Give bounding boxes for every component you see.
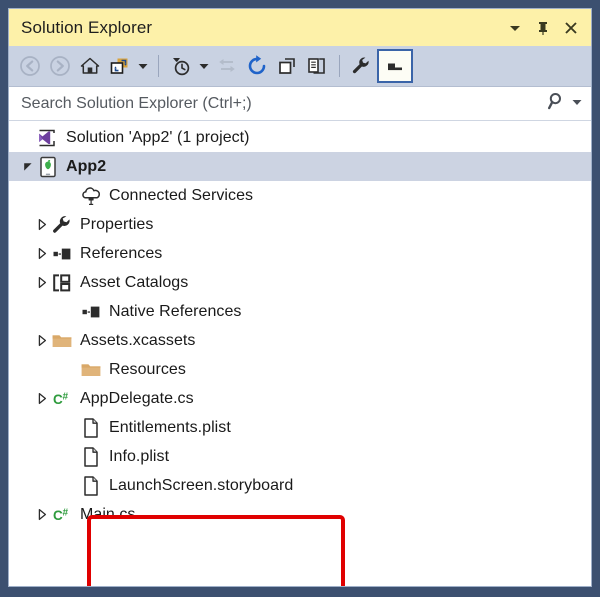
tree-item-main-cs[interactable]: C # Main.cs [9, 500, 591, 529]
svg-text:C: C [53, 508, 63, 523]
tree-item-label: Solution 'App2' (1 project) [66, 128, 250, 146]
svg-text:#: # [63, 507, 69, 518]
svg-text:C: C [53, 392, 63, 407]
title-bar: Solution Explorer [9, 9, 591, 46]
tree-item-app2[interactable]: App2 [9, 152, 591, 181]
wrench-icon [51, 214, 73, 236]
navigate-forward-button[interactable] [45, 51, 75, 81]
twisty-placeholder [62, 413, 80, 442]
navigate-backward-button[interactable] [15, 51, 45, 81]
connected-services-icon [80, 185, 102, 207]
tree-item-label: App2 [66, 157, 107, 175]
document-file-icon [80, 446, 102, 468]
solution-explorer-pane: Solution Explorer Search Solution Explor… [8, 8, 592, 587]
properties-button[interactable] [347, 51, 377, 81]
chevron-right-icon[interactable] [33, 500, 51, 529]
home-button[interactable] [75, 51, 105, 81]
tree-item-label: Native References [109, 302, 242, 320]
folder-icon [51, 330, 73, 352]
tree-item-connected-services[interactable]: Connected Services [9, 181, 591, 210]
pin-icon[interactable] [529, 14, 557, 42]
switch-views-button[interactable] [105, 51, 135, 81]
tree-item-properties[interactable]: Properties [9, 210, 591, 239]
references-icon [80, 301, 102, 323]
tree-item-label: AppDelegate.cs [80, 389, 194, 407]
twisty-placeholder [62, 181, 80, 210]
magnifier-icon[interactable] [547, 91, 567, 116]
tree-item-label: LaunchScreen.storyboard [109, 476, 294, 494]
preview-selected-items-button[interactable] [377, 49, 413, 83]
visual-studio-solution-icon [37, 127, 59, 149]
search-input[interactable] [21, 94, 547, 113]
chevron-right-icon[interactable] [33, 384, 51, 413]
tree-item-label: Resources [109, 360, 186, 378]
tree-item-assets-xcassets[interactable]: Assets.xcassets [9, 326, 591, 355]
tree-item-solution[interactable]: Solution 'App2' (1 project) [9, 123, 591, 152]
search-dropdown-chevron-icon[interactable] [571, 95, 583, 113]
sync-with-active-document-button[interactable] [212, 51, 242, 81]
page-title: Solution Explorer [21, 17, 153, 37]
solution-tree[interactable]: Solution 'App2' (1 project) App2 Connect… [9, 121, 591, 586]
window-menu-chevron-icon[interactable] [501, 14, 529, 42]
chevron-right-icon[interactable] [33, 239, 51, 268]
toolbar-separator [158, 55, 159, 77]
tree-item-asset-catalogs[interactable]: Asset Catalogs [9, 268, 591, 297]
chevron-right-icon[interactable] [33, 210, 51, 239]
switch-views-dropdown-chevron-icon[interactable] [135, 51, 151, 81]
tree-item-resources[interactable]: Resources [9, 355, 591, 384]
chevron-down-icon[interactable] [19, 152, 37, 181]
close-icon[interactable] [557, 14, 585, 42]
search-bar [9, 87, 591, 121]
folder-icon [80, 359, 102, 381]
tree-item-label: Entitlements.plist [109, 418, 231, 436]
twisty-placeholder [62, 355, 80, 384]
svg-text:#: # [63, 391, 69, 402]
tree-item-label: Info.plist [109, 447, 170, 465]
document-file-icon [80, 417, 102, 439]
refresh-button[interactable] [242, 51, 272, 81]
toolbar [9, 46, 591, 87]
ios-app-project-icon [37, 156, 59, 178]
tree-item-label: Main.cs [80, 505, 136, 523]
references-icon [51, 243, 73, 265]
tree-item-label: References [80, 244, 163, 262]
tree-item-info-plist[interactable]: Info.plist [9, 442, 591, 471]
twisty-placeholder [19, 123, 37, 152]
tree-item-label: Assets.xcassets [80, 331, 196, 349]
tree-item-native-references[interactable]: Native References [9, 297, 591, 326]
twisty-placeholder [62, 442, 80, 471]
collapse-all-button[interactable] [272, 51, 302, 81]
tree-item-label: Connected Services [109, 186, 254, 204]
solution-explorer-window: Solution Explorer Search Solution Explor… [0, 0, 600, 597]
tree-item-entitlements-plist[interactable]: Entitlements.plist [9, 413, 591, 442]
csharp-file-icon: C # [51, 504, 73, 526]
tree-item-appdelegate-cs[interactable]: C # AppDelegate.cs [9, 384, 591, 413]
show-all-files-button[interactable] [302, 51, 332, 81]
twisty-placeholder [62, 297, 80, 326]
chevron-right-icon[interactable] [33, 326, 51, 355]
pending-changes-dropdown-chevron-icon[interactable] [196, 51, 212, 81]
asset-catalogs-icon [51, 272, 73, 294]
pending-changes-filter-button[interactable] [166, 51, 196, 81]
chevron-right-icon[interactable] [33, 268, 51, 297]
tree-item-references[interactable]: References [9, 239, 591, 268]
toolbar-separator-2 [339, 55, 340, 77]
tree-item-label: Properties [80, 215, 154, 233]
tree-item-launchscreen-storyboard[interactable]: LaunchScreen.storyboard [9, 471, 591, 500]
twisty-placeholder [62, 471, 80, 500]
document-file-icon [80, 475, 102, 497]
tree-item-label: Asset Catalogs [80, 273, 189, 291]
csharp-file-icon: C # [51, 388, 73, 410]
